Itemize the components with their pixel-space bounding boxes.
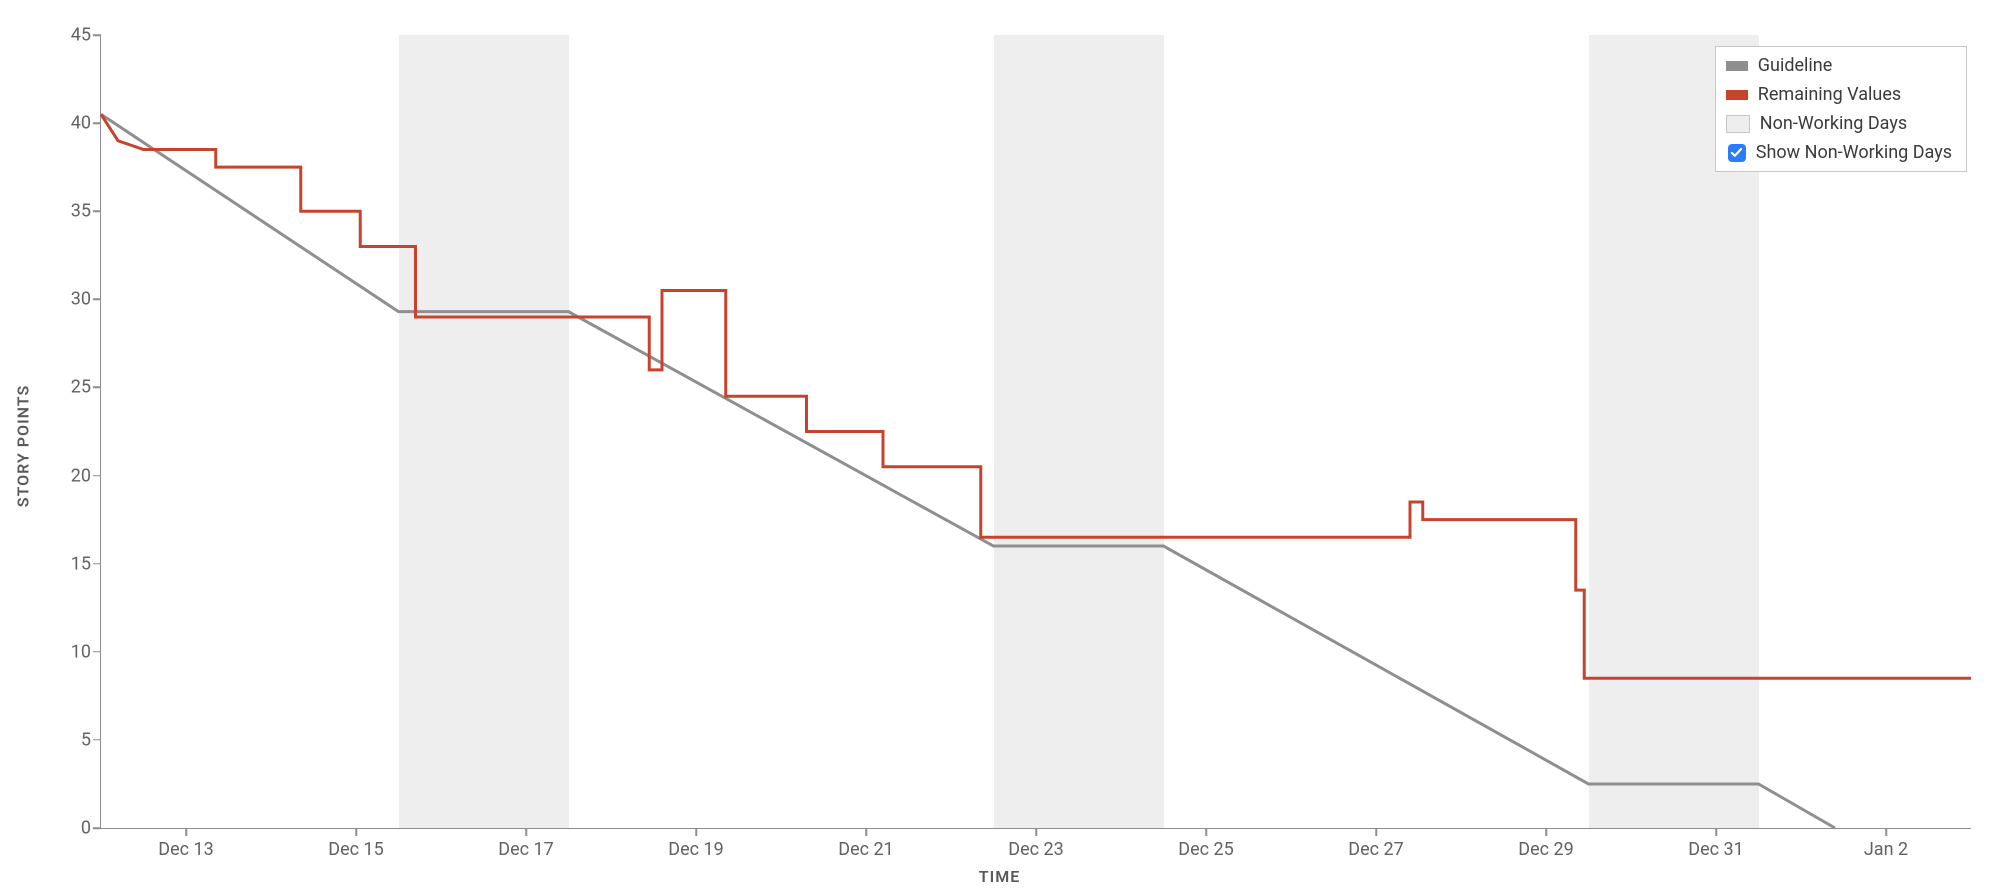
x-tick-mark	[1035, 828, 1037, 836]
legend-item-remaining[interactable]: Remaining Values	[1716, 80, 1966, 109]
y-axis-title: STORY POINTS	[14, 385, 33, 507]
x-tick-mark	[695, 828, 697, 836]
x-tick-label: Dec 25	[1178, 839, 1233, 860]
legend-item-guideline[interactable]: Guideline	[1716, 51, 1966, 80]
y-tick-mark	[93, 34, 101, 36]
legend-label: Remaining Values	[1758, 84, 1901, 105]
legend-swatch	[1726, 115, 1750, 133]
y-tick-label: 10	[71, 641, 91, 662]
x-tick-label: Dec 23	[1008, 839, 1063, 860]
y-tick-label: 25	[71, 377, 91, 398]
y-tick-label: 35	[71, 201, 91, 222]
x-tick-label: Dec 13	[158, 839, 213, 860]
chart-svg	[101, 35, 1971, 828]
y-tick-label: 0	[81, 818, 91, 839]
legend-label: Guideline	[1758, 55, 1833, 76]
x-tick-label: Dec 29	[1518, 839, 1573, 860]
legend-toggle-label: Show Non-Working Days	[1756, 142, 1952, 163]
x-tick-mark	[525, 828, 527, 836]
burndown-chart: STORY POINTS TIME 051015202530354045Dec …	[0, 0, 1999, 892]
y-tick-mark	[93, 210, 101, 212]
y-tick-label: 30	[71, 289, 91, 310]
legend-swatch	[1726, 90, 1748, 100]
x-axis-title: TIME	[979, 867, 1020, 886]
legend-toggle-nonworking[interactable]: Show Non-Working Days	[1716, 138, 1966, 167]
x-tick-mark	[1715, 828, 1717, 836]
y-tick-mark	[93, 739, 101, 741]
y-tick-label: 20	[71, 465, 91, 486]
y-tick-label: 40	[71, 113, 91, 134]
y-tick-mark	[93, 299, 101, 301]
y-tick-mark	[93, 651, 101, 653]
x-tick-mark	[1885, 828, 1887, 836]
x-tick-label: Dec 19	[668, 839, 723, 860]
x-tick-label: Dec 27	[1348, 839, 1403, 860]
plot-area: 051015202530354045Dec 13Dec 15Dec 17Dec …	[100, 35, 1971, 829]
y-tick-mark	[93, 563, 101, 565]
legend: Guideline Remaining Values Non-Working D…	[1715, 46, 1967, 172]
remaining-series	[101, 114, 1971, 678]
y-tick-mark	[93, 387, 101, 389]
y-tick-mark	[93, 122, 101, 124]
y-tick-label: 15	[71, 553, 91, 574]
x-tick-mark	[355, 828, 357, 836]
x-tick-mark	[185, 828, 187, 836]
y-tick-mark	[93, 827, 101, 829]
y-tick-mark	[93, 475, 101, 477]
x-tick-mark	[1545, 828, 1547, 836]
x-tick-mark	[1205, 828, 1207, 836]
legend-swatch	[1726, 61, 1748, 71]
x-tick-mark	[1375, 828, 1377, 836]
legend-item-nonworking[interactable]: Non-Working Days	[1716, 109, 1966, 138]
checkbox-checked-icon[interactable]	[1728, 144, 1746, 162]
x-tick-mark	[865, 828, 867, 836]
x-tick-label: Dec 15	[328, 839, 383, 860]
legend-label: Non-Working Days	[1760, 113, 1907, 134]
x-tick-label: Dec 21	[838, 839, 893, 860]
x-tick-label: Jan 2	[1864, 839, 1908, 860]
y-tick-label: 45	[71, 25, 91, 46]
x-tick-label: Dec 31	[1688, 839, 1743, 860]
y-tick-label: 5	[81, 729, 91, 750]
x-tick-label: Dec 17	[498, 839, 553, 860]
